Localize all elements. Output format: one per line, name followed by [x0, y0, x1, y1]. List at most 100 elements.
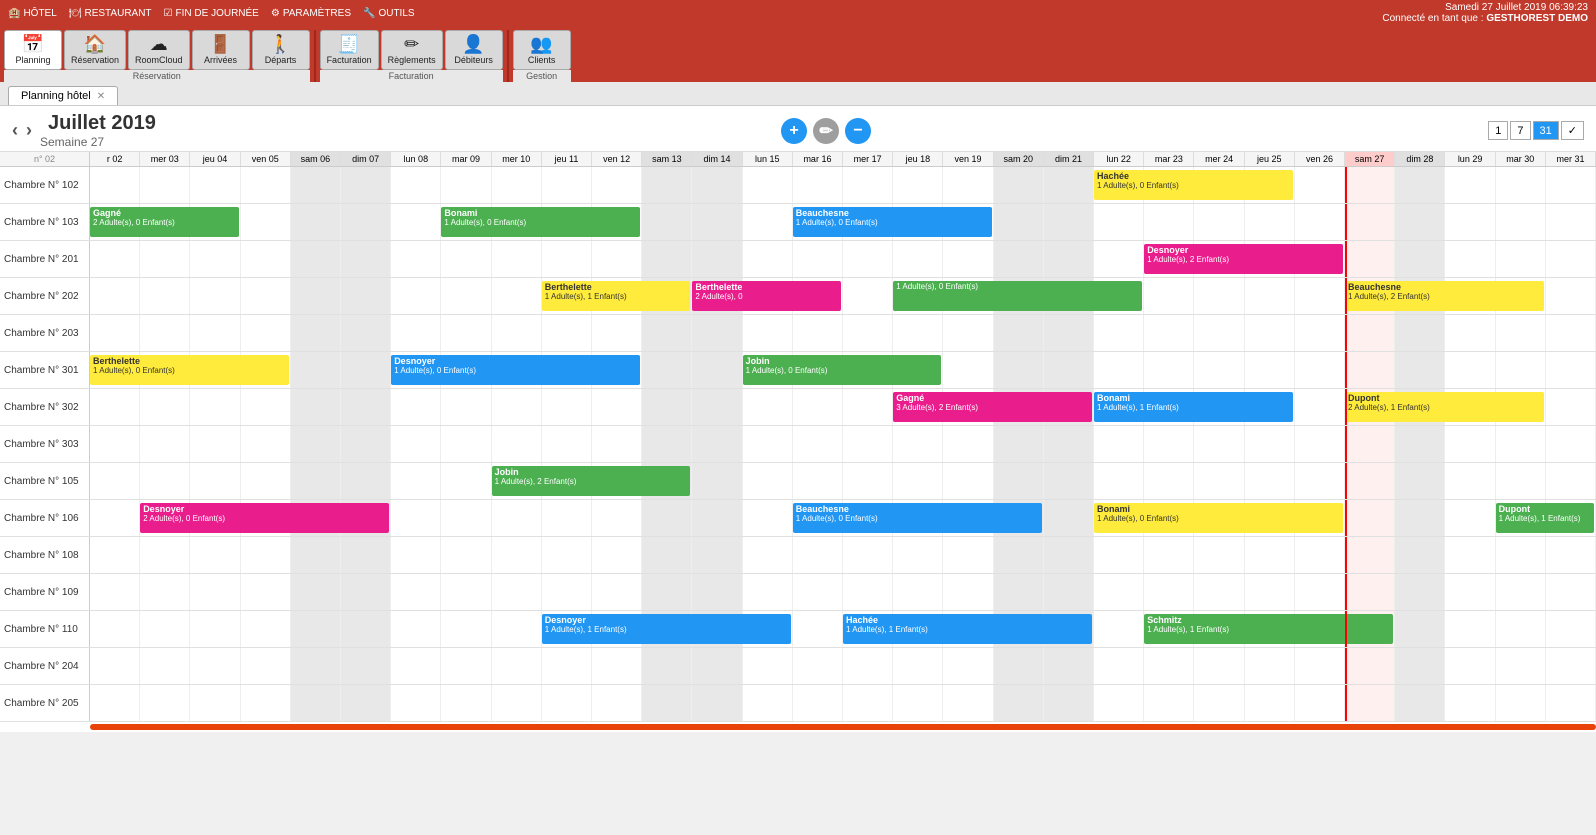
cell-204-day-4[interactable] — [291, 648, 341, 684]
cell-302-day-7[interactable] — [441, 389, 491, 425]
cell-103-day-12[interactable] — [692, 204, 742, 240]
cell-203-day-4[interactable] — [291, 315, 341, 351]
cell-302-day-4[interactable] — [291, 389, 341, 425]
cell-102-day-17[interactable] — [943, 167, 993, 203]
cell-103-day-13[interactable] — [743, 204, 793, 240]
tab-planning-hotel[interactable]: Planning hôtel ✕ — [8, 86, 118, 105]
cell-303-day-25[interactable] — [1345, 426, 1395, 462]
cell-102-day-6[interactable] — [391, 167, 441, 203]
cell-110-day-14[interactable] — [793, 611, 843, 647]
toolbar-btn-roomcloud[interactable]: ☁ RoomCloud — [128, 30, 190, 70]
cell-105-day-5[interactable] — [341, 463, 391, 499]
cell-103-day-26[interactable] — [1395, 204, 1445, 240]
cell-109-day-17[interactable] — [943, 574, 993, 610]
cell-205-day-4[interactable] — [291, 685, 341, 721]
cell-105-day-22[interactable] — [1194, 463, 1244, 499]
cell-203-day-7[interactable] — [441, 315, 491, 351]
cell-201-day-15[interactable] — [843, 241, 893, 277]
cell-205-day-28[interactable] — [1496, 685, 1546, 721]
view-31-day-button[interactable]: 31 — [1533, 121, 1559, 140]
cell-202-day-8[interactable] — [492, 278, 542, 314]
cell-102-day-28[interactable] — [1496, 167, 1546, 203]
cell-303-day-3[interactable] — [241, 426, 291, 462]
cell-108-day-28[interactable] — [1496, 537, 1546, 573]
reservation-301-1[interactable]: Desnoyer1 Adulte(s), 0 Enfant(s) — [391, 355, 640, 385]
cell-302-day-14[interactable] — [793, 389, 843, 425]
cell-302-day-6[interactable] — [391, 389, 441, 425]
cell-102-day-18[interactable] — [994, 167, 1044, 203]
cell-303-day-13[interactable] — [743, 426, 793, 462]
cell-303-day-27[interactable] — [1445, 426, 1495, 462]
cell-201-day-8[interactable] — [492, 241, 542, 277]
cell-205-day-22[interactable] — [1194, 685, 1244, 721]
cell-108-day-16[interactable] — [893, 537, 943, 573]
cell-303-day-24[interactable] — [1295, 426, 1345, 462]
cell-201-day-16[interactable] — [893, 241, 943, 277]
cell-204-day-28[interactable] — [1496, 648, 1546, 684]
cell-301-day-26[interactable] — [1395, 352, 1445, 388]
cell-102-day-1[interactable] — [140, 167, 190, 203]
view-check-button[interactable]: ✓ — [1561, 121, 1584, 140]
cell-301-day-27[interactable] — [1445, 352, 1495, 388]
cell-301-day-19[interactable] — [1044, 352, 1094, 388]
cell-110-day-0[interactable] — [90, 611, 140, 647]
cell-108-day-17[interactable] — [943, 537, 993, 573]
cell-202-day-23[interactable] — [1245, 278, 1295, 314]
prev-arrow[interactable]: ‹ — [12, 120, 18, 141]
cell-102-day-11[interactable] — [642, 167, 692, 203]
cell-109-day-11[interactable] — [642, 574, 692, 610]
cell-103-day-23[interactable] — [1245, 204, 1295, 240]
cell-105-day-2[interactable] — [190, 463, 240, 499]
cell-110-day-7[interactable] — [441, 611, 491, 647]
cell-102-day-5[interactable] — [341, 167, 391, 203]
cell-205-day-27[interactable] — [1445, 685, 1495, 721]
cell-108-day-1[interactable] — [140, 537, 190, 573]
cell-302-day-8[interactable] — [492, 389, 542, 425]
cell-204-day-5[interactable] — [341, 648, 391, 684]
cell-202-day-5[interactable] — [341, 278, 391, 314]
cell-205-day-10[interactable] — [592, 685, 642, 721]
cell-204-day-26[interactable] — [1395, 648, 1445, 684]
zoom-edit-button[interactable]: ✏ — [813, 118, 839, 144]
cell-303-day-22[interactable] — [1194, 426, 1244, 462]
cell-105-day-23[interactable] — [1245, 463, 1295, 499]
cell-109-day-4[interactable] — [291, 574, 341, 610]
cell-110-day-3[interactable] — [241, 611, 291, 647]
cell-205-day-7[interactable] — [441, 685, 491, 721]
cell-203-day-20[interactable] — [1094, 315, 1144, 351]
reservation-103-2[interactable]: Beauchesne1 Adulte(s), 0 Enfant(s) — [793, 207, 992, 237]
cell-201-day-18[interactable] — [994, 241, 1044, 277]
cell-203-day-16[interactable] — [893, 315, 943, 351]
cell-102-day-10[interactable] — [592, 167, 642, 203]
cell-203-day-9[interactable] — [542, 315, 592, 351]
cell-105-day-1[interactable] — [140, 463, 190, 499]
cell-105-day-0[interactable] — [90, 463, 140, 499]
reservation-106-3[interactable]: Dupont1 Adulte(s), 1 Enfant(s) — [1496, 503, 1594, 533]
cell-108-day-5[interactable] — [341, 537, 391, 573]
cell-301-day-17[interactable] — [943, 352, 993, 388]
cell-205-day-14[interactable] — [793, 685, 843, 721]
cell-302-day-5[interactable] — [341, 389, 391, 425]
cell-203-day-12[interactable] — [692, 315, 742, 351]
cell-202-day-3[interactable] — [241, 278, 291, 314]
cell-106-day-9[interactable] — [542, 500, 592, 536]
cell-302-day-3[interactable] — [241, 389, 291, 425]
cell-303-day-29[interactable] — [1546, 426, 1596, 462]
cell-108-day-23[interactable] — [1245, 537, 1295, 573]
cell-204-day-20[interactable] — [1094, 648, 1144, 684]
cell-108-day-0[interactable] — [90, 537, 140, 573]
cell-205-day-15[interactable] — [843, 685, 893, 721]
cell-110-day-5[interactable] — [341, 611, 391, 647]
zoom-plus-button[interactable]: + — [781, 118, 807, 144]
cell-205-day-21[interactable] — [1144, 685, 1194, 721]
cell-109-day-7[interactable] — [441, 574, 491, 610]
cell-106-day-19[interactable] — [1044, 500, 1094, 536]
toolbar-btn-debiteurs[interactable]: 👤 Débiteurs — [445, 30, 503, 70]
cell-205-day-16[interactable] — [893, 685, 943, 721]
cell-205-day-24[interactable] — [1295, 685, 1345, 721]
cell-106-day-6[interactable] — [391, 500, 441, 536]
cell-105-day-16[interactable] — [893, 463, 943, 499]
cell-105-day-6[interactable] — [391, 463, 441, 499]
cell-109-day-6[interactable] — [391, 574, 441, 610]
cell-205-day-9[interactable] — [542, 685, 592, 721]
